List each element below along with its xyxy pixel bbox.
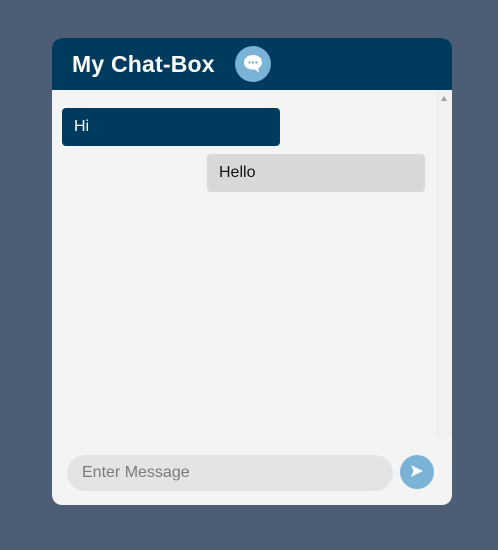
message-list[interactable]: Hi Hello — [52, 90, 436, 438]
messages-scrollbar[interactable] — [436, 90, 452, 438]
chat-title: My Chat-Box — [72, 50, 215, 77]
message-bubble-sent: Hi — [62, 108, 280, 146]
scroll-up-arrow-icon[interactable] — [441, 96, 447, 101]
message-input[interactable] — [67, 455, 393, 491]
chat-box: My Chat-Box Hi Hello — [52, 38, 452, 505]
send-icon — [410, 464, 424, 481]
chat-header: My Chat-Box — [52, 38, 452, 90]
message-bubble-received: Hello — [207, 154, 425, 192]
send-button[interactable] — [400, 455, 434, 489]
chat-bubble-icon — [235, 46, 271, 82]
